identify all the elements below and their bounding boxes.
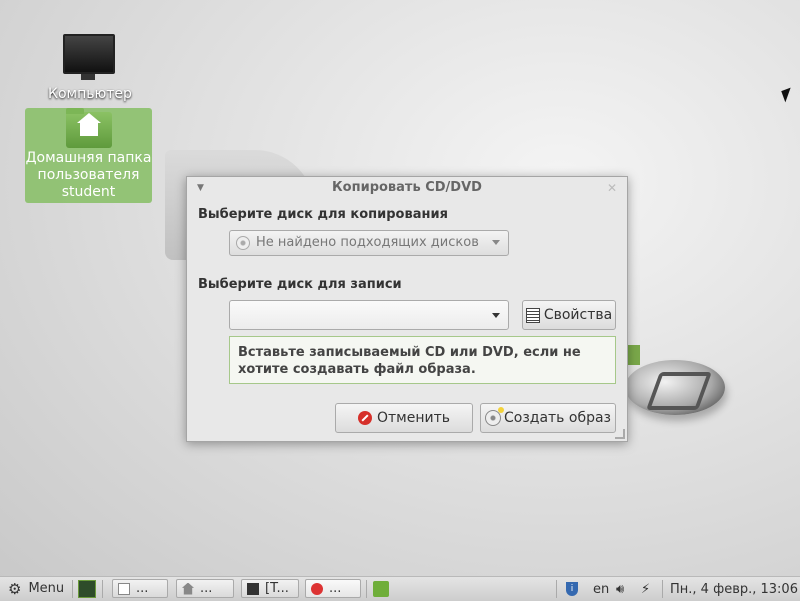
volume-icon: 🔊︎	[616, 581, 625, 597]
destination-disc-select[interactable]	[229, 300, 509, 330]
taskbar-separator	[72, 580, 73, 598]
taskbar-separator	[556, 580, 557, 598]
show-desktop-launcher-icon[interactable]	[78, 580, 96, 598]
window-menu-icon[interactable]: ▼	[197, 177, 204, 199]
taskbar-window-button-active[interactable]: ...	[305, 579, 361, 598]
taskbar-window-label: ...	[329, 581, 342, 596]
menu-label: Menu	[28, 581, 65, 596]
document-icon	[118, 582, 130, 595]
properties-button[interactable]: Свойства	[522, 300, 616, 330]
network-tray-item[interactable]: ⚡︎	[641, 579, 650, 599]
disc-icon	[236, 236, 250, 250]
mouse-pointer-icon	[781, 87, 795, 103]
dialog-title: Копировать CD/DVD	[332, 180, 482, 195]
copy-disc-dialog: ▼ Копировать CD/DVD ✕ Выберите диск для …	[186, 176, 628, 442]
disc-burner-icon	[311, 582, 323, 595]
create-image-button-label: Создать образ	[503, 410, 611, 426]
disc-image-icon	[484, 407, 504, 426]
clock-label: Пн., 4 февр., 13:06	[670, 581, 798, 597]
desktop-icon-home-folder[interactable]: Домашняя папка пользователя student	[25, 108, 152, 203]
keyboard-layout-indicator[interactable]: en	[593, 579, 609, 599]
desktop-icon-label-line: пользователя	[37, 167, 140, 183]
taskbar: ⚙ Menu ... ... [T... ... i en 🔊︎ ⚡︎ Пн.,…	[0, 576, 800, 601]
home-folder-icon	[65, 108, 112, 148]
taskbar-window-label: [T...	[265, 581, 289, 596]
cancel-button-label: Отменить	[376, 410, 450, 426]
resize-grip[interactable]	[615, 429, 625, 439]
computer-icon	[63, 34, 115, 80]
info-message: Вставьте записываемый CD или DVD, если н…	[229, 336, 616, 384]
network-plug-icon: ⚡︎	[641, 581, 651, 597]
source-disc-value: Не найдено подходящих дисков	[256, 235, 479, 250]
properties-icon	[525, 307, 540, 323]
taskbar-separator	[662, 580, 663, 598]
destination-label: Выберите диск для записи	[198, 277, 402, 292]
desktop-icon-label-line: student	[61, 184, 116, 200]
terminal-icon	[247, 582, 259, 595]
chevron-down-icon	[492, 313, 500, 318]
clock[interactable]: Пн., 4 февр., 13:06	[670, 579, 798, 599]
chevron-down-icon	[492, 240, 500, 245]
desktop: Компьютер Домашняя папка пользователя st…	[0, 0, 800, 576]
taskbar-window-button[interactable]: ...	[176, 579, 234, 598]
security-tray-item[interactable]: i	[566, 579, 578, 599]
taskbar-separator	[102, 580, 103, 598]
desktop-icon-label: Компьютер	[48, 86, 132, 102]
menu-button[interactable]: ⚙ Menu	[8, 579, 64, 598]
taskbar-separator	[366, 580, 367, 598]
update-manager-icon[interactable]	[373, 580, 391, 598]
gear-icon: ⚙	[8, 579, 22, 598]
taskbar-window-label: ...	[200, 581, 213, 596]
wallpaper-mint-logo	[625, 360, 725, 415]
taskbar-window-button[interactable]: ...	[112, 579, 168, 598]
create-image-button[interactable]: Создать образ	[480, 403, 616, 433]
source-disc-select[interactable]: Не найдено подходящих дисков	[229, 230, 509, 256]
keyboard-layout-label: en	[593, 581, 610, 597]
volume-tray-item[interactable]: 🔊︎	[616, 579, 624, 599]
cancel-button[interactable]: Отменить	[335, 403, 473, 433]
properties-button-label: Свойства	[543, 307, 613, 323]
close-icon[interactable]: ✕	[607, 177, 617, 199]
cancel-icon	[357, 411, 372, 425]
dialog-titlebar[interactable]: ▼ Копировать CD/DVD ✕	[187, 177, 627, 199]
source-label: Выберите диск для копирования	[198, 207, 448, 222]
taskbar-window-button[interactable]: [T...	[241, 579, 299, 598]
desktop-icon-label-line: Домашняя папка	[25, 150, 152, 166]
taskbar-window-label: ...	[136, 581, 149, 596]
desktop-icon-computer[interactable]: Компьютер	[48, 22, 132, 103]
shield-icon: i	[566, 582, 578, 596]
home-folder-icon	[182, 582, 194, 595]
